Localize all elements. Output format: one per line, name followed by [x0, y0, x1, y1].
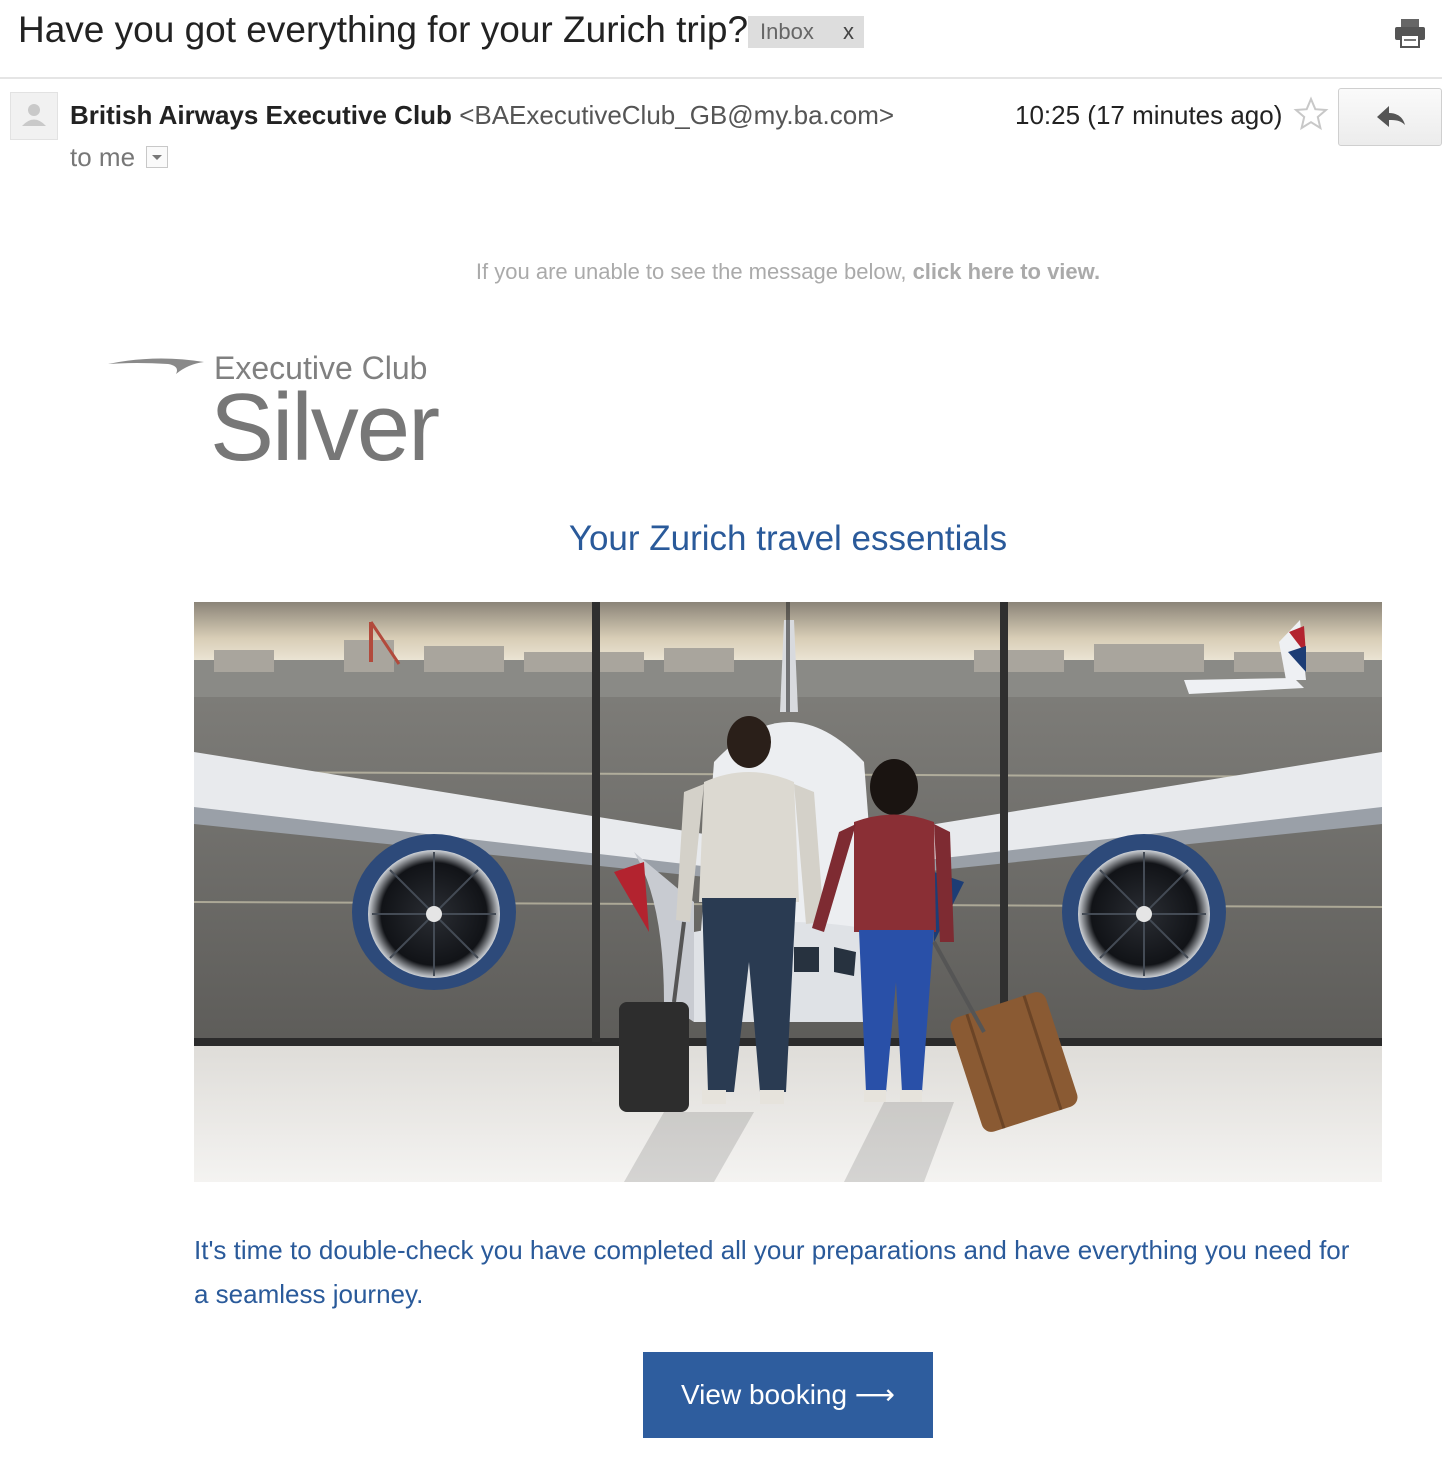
view-booking-button[interactable]: View booking ⟶ [643, 1352, 933, 1438]
recipient-details-toggle[interactable] [146, 146, 168, 168]
sender-avatar [10, 92, 58, 140]
logo-tier-text: Silver [210, 374, 440, 481]
email-subject: Have you got everything for your Zurich … [18, 9, 749, 50]
recipient-text: to me [70, 142, 136, 172]
hero-image [194, 602, 1382, 1182]
star-button[interactable] [1293, 96, 1329, 132]
label-text: Inbox [760, 19, 814, 44]
reply-button[interactable] [1338, 88, 1442, 146]
message-timestamp: 10:25 (17 minutes ago) [1015, 100, 1283, 130]
chevron-down-icon [152, 155, 162, 160]
view-online-link[interactable]: click here to view. [913, 259, 1101, 284]
email-headline: Your Zurich travel essentials [568, 519, 1008, 558]
preheader-text: If you are unable to see the message bel… [475, 259, 907, 284]
inbox-label-chip[interactable]: Inbox x [748, 16, 864, 48]
print-button[interactable] [1392, 16, 1428, 50]
remove-label-button[interactable]: x [843, 16, 854, 48]
ba-speedmarque-logo [108, 358, 204, 374]
print-icon [1395, 19, 1425, 48]
reply-arrow-icon [1377, 106, 1405, 127]
sender-email: <BAExecutiveClub_GB@my.ba.com> [459, 100, 895, 130]
email-body-text: It's time to double-check you have compl… [194, 1235, 1350, 1309]
preheader: If you are unable to see the message bel… [0, 256, 1442, 288]
sender-name[interactable]: British Airways Executive Club [70, 100, 452, 130]
star-outline-icon [1293, 96, 1329, 131]
person-icon [22, 104, 46, 126]
airport-scene-illustration [194, 602, 1382, 1182]
header-divider [0, 77, 1442, 79]
sender-line: British Airways Executive Club <BAExecut… [70, 98, 894, 132]
